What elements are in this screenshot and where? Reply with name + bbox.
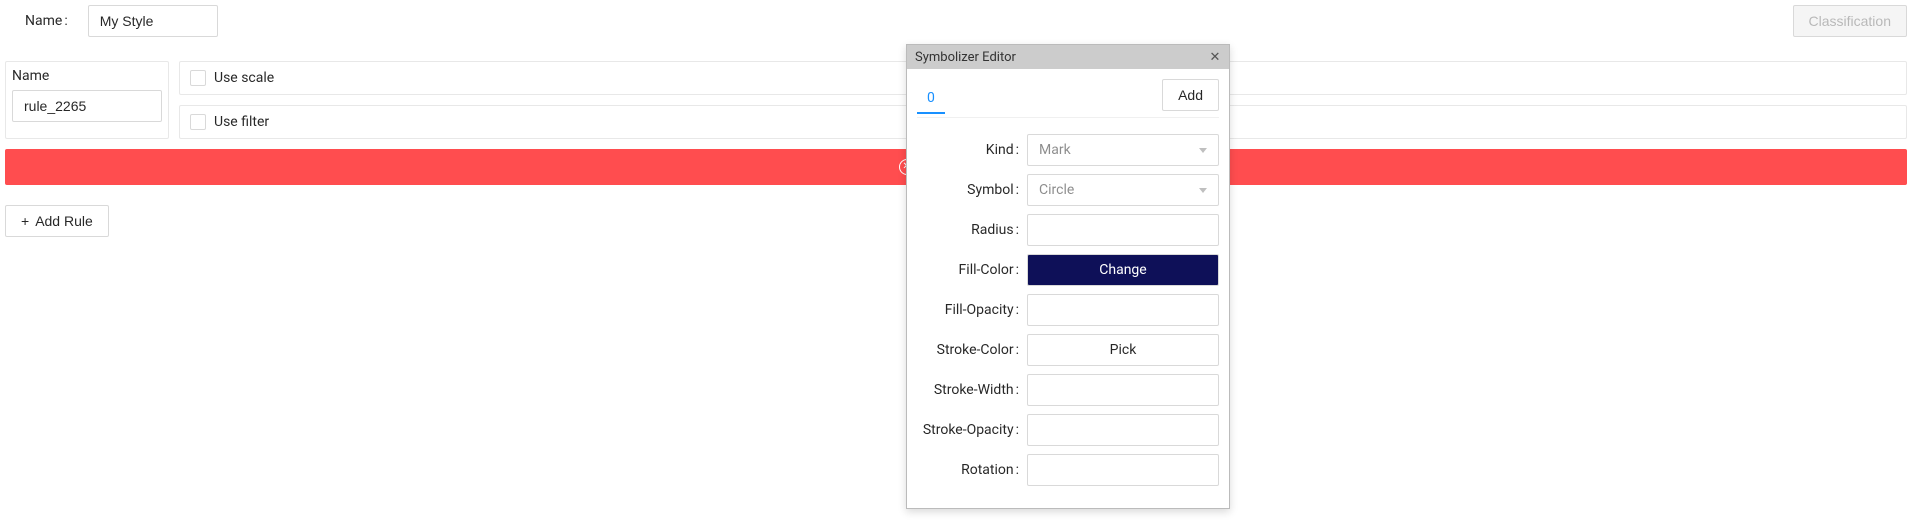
close-icon[interactable]: ✕ (1207, 49, 1223, 65)
fill-opacity-label: Fill-Opacity (917, 302, 1027, 318)
kind-select[interactable]: Mark (1027, 134, 1219, 166)
editor-title: Symbolizer Editor (915, 50, 1016, 65)
style-name-input[interactable] (88, 5, 218, 37)
style-name-label: Name (25, 13, 76, 29)
stroke-color-button[interactable]: Pick (1027, 334, 1219, 366)
add-rule-button[interactable]: + Add Rule (5, 205, 109, 237)
rotation-input[interactable] (1027, 454, 1219, 486)
rule-name-input[interactable] (12, 90, 162, 122)
rotation-label: Rotation (917, 462, 1027, 478)
add-symbolizer-button[interactable]: Add (1162, 79, 1219, 111)
radius-label: Radius (917, 222, 1027, 238)
kind-label: Kind (917, 142, 1027, 158)
radius-input[interactable] (1027, 214, 1219, 246)
add-rule-label: Add Rule (35, 213, 93, 229)
stroke-width-input[interactable] (1027, 374, 1219, 406)
stroke-opacity-label: Stroke-Opacity (917, 422, 1027, 438)
rule-name-label: Name (12, 68, 162, 84)
fill-opacity-input[interactable] (1027, 294, 1219, 326)
use-scale-checkbox[interactable] (190, 70, 206, 86)
symbol-select[interactable]: Circle (1027, 174, 1219, 206)
fill-color-label: Fill-Color (917, 262, 1027, 278)
symbol-label: Symbol (917, 182, 1027, 198)
plus-icon: + (21, 214, 29, 228)
chevron-down-icon (1199, 148, 1207, 153)
stroke-width-label: Stroke-Width (917, 382, 1027, 398)
symbolizer-editor-modal: Symbolizer Editor ✕ 0 Add Kind Mark Symb… (906, 44, 1230, 509)
fill-color-button[interactable]: Change (1027, 254, 1219, 286)
classification-button[interactable]: Classification (1793, 5, 1907, 37)
editor-title-bar[interactable]: Symbolizer Editor ✕ (907, 45, 1229, 69)
stroke-opacity-input[interactable] (1027, 414, 1219, 446)
chevron-down-icon (1199, 188, 1207, 193)
use-filter-checkbox[interactable] (190, 114, 206, 130)
kind-value: Mark (1039, 142, 1071, 158)
stroke-color-label: Stroke-Color (917, 342, 1027, 358)
use-scale-label: Use scale (214, 70, 274, 86)
symbol-value: Circle (1039, 182, 1074, 198)
use-filter-label: Use filter (214, 114, 269, 130)
rule-name-panel: Name (5, 61, 169, 139)
tab-0[interactable]: 0 (917, 84, 945, 114)
